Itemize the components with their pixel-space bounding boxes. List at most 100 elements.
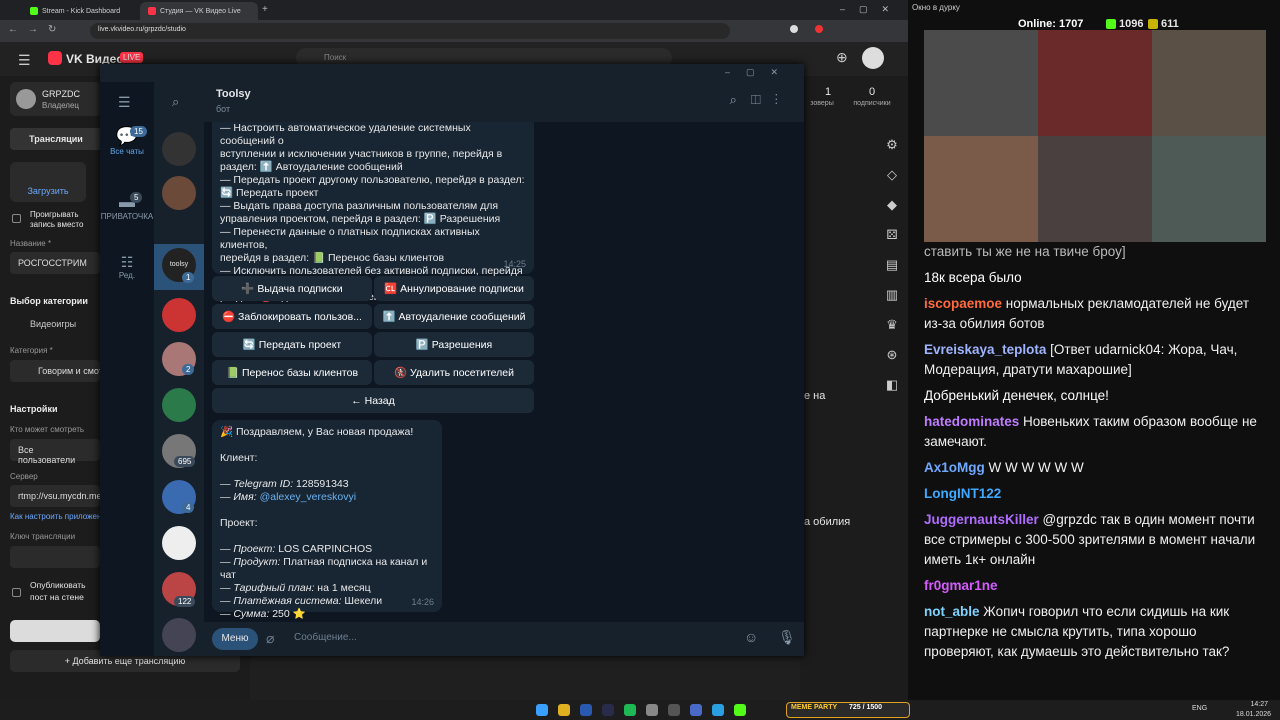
chat-header-icons[interactable]: ⌕◫⋮ [730,92,792,108]
project-key: — Проект: [220,543,276,555]
sum-value: 250 ⭐ [269,608,306,620]
btn-back[interactable]: ← Назад [212,388,534,413]
start-button[interactable] [10,620,100,642]
chat-nick[interactable]: LongINT122 [924,486,1001,501]
new-tab-icon[interactable]: + [262,4,268,15]
who-watch-label: Кто может смотреть [10,425,85,434]
folder-all[interactable]: 💬 Все чаты 15 [100,126,154,156]
message-input[interactable]: Сообщение... [294,632,724,643]
profile-dot-icon[interactable] [790,25,798,33]
chat-nick[interactable]: fr0gmar1ne [924,578,998,593]
meme-party-widget[interactable]: MEME PARTY 725 / 1500 [786,702,910,718]
msg1-line: — Передать проект другому пользователю, … [220,174,525,186]
extension-icon[interactable] [815,25,823,33]
chat-nick[interactable]: not_able [924,604,980,619]
nav-arrows-icon[interactable]: ←→↻ [8,24,66,35]
bot-message-1: — Настроить автоматическое удаление сист… [212,122,534,303]
chat-nick[interactable]: Ax1oMgg [924,460,985,475]
btn-cancel-subscription[interactable]: 🆑 Аннулирование подписки [374,276,534,301]
upload-button[interactable]: Загрузить [10,162,86,202]
chat-nick[interactable]: Evreiskaya_teplota [924,342,1046,357]
tab-vk-label: Студия — VK Видео Live [160,7,241,15]
stream-overlay: Окно в дурку Online: 1707 1096 611 стави… [908,0,1280,700]
chat-text: Добренький денечек, солнце! [924,388,1109,403]
online-label: Online: [1018,18,1056,30]
menu-icon[interactable]: ☰ [18,52,31,69]
emoji-icon[interactable]: ☺ [744,629,758,645]
bot-menu-button[interactable]: Меню [212,628,258,650]
url-field[interactable]: live.vkvideo.ru/grpzdc/studio [90,23,730,39]
stat1-label: зоверы [810,100,834,107]
key-field[interactable] [10,546,100,568]
folder-edit[interactable]: ☷ Ред. [100,254,154,280]
msg1-line: вступлении и исключении участников в гру… [220,148,503,160]
taskbar-app-5-icon[interactable] [646,704,658,716]
telegram-taskbar-icon[interactable] [712,704,724,716]
games-chip[interactable]: Видеоигры [30,319,76,329]
chat-avatar-9[interactable] [162,526,196,560]
user-avatar[interactable] [862,47,884,69]
microphone-icon[interactable]: 🎙 [778,629,796,646]
obs-icon[interactable] [668,704,680,716]
who-watch-select[interactable]: Все пользователи [10,439,100,465]
steam-icon[interactable] [602,704,614,716]
chat-avatar-11[interactable] [162,618,196,652]
folder-private[interactable]: ▬ ПРИВАТОЧКА 5 [100,192,154,222]
btn-remove-visitors[interactable]: 🚷 Удалить посетителей [374,360,534,385]
chat-message: fr0gmar1ne [924,576,1264,596]
chat-message: hatedominates Новеньких таким образом во… [924,412,1264,452]
window-controls[interactable]: –▢✕ [840,4,903,15]
chat-message: 18к всера было [924,268,1264,288]
chrome-icon[interactable] [558,704,570,716]
category-field[interactable]: Говорим и смотрим [10,360,100,382]
preview-checkbox[interactable] [12,214,21,223]
attach-icon[interactable]: ⌀ [266,630,274,647]
tg-window-controls[interactable]: –▢✕ [725,67,794,78]
windows-start-icon[interactable] [536,704,548,716]
chat-avatar-1[interactable] [162,132,196,166]
btn-autodelete[interactable]: ⬆️ Автоудаление сообщений [374,304,534,329]
folder-icon: ▬ [119,194,135,211]
vk-icon [148,7,156,15]
publish-checkbox[interactable] [12,588,21,597]
product-key: — Продукт: [220,556,281,568]
tg-search-icon[interactable]: ⌕ [172,94,179,110]
btn-permissions[interactable]: 🅿️ Разрешения [374,332,534,357]
chat-avatar-2[interactable] [162,176,196,210]
tab-broadcasts[interactable]: Трансляции [10,128,102,150]
language-indicator[interactable]: ENG [1192,705,1207,712]
name-field[interactable]: РОСГОССТРИМ [10,252,100,274]
howto-link[interactable]: Как настроить приложение [10,512,100,521]
channel-card[interactable]: GRPZDC Владелец [10,82,102,116]
chat-nick[interactable]: iscopaemoe [924,296,1002,311]
spotify-icon[interactable] [624,704,636,716]
tab-vk[interactable]: Студия — VK Видео Live [140,2,258,20]
add-icon[interactable]: ⊕ [836,49,848,66]
btn-issue-subscription[interactable]: ➕ Выдача подписки [212,276,372,301]
folder-all-badge: 15 [130,126,147,137]
taskbar-app-2-icon[interactable] [580,704,592,716]
server-field[interactable]: rtmp://vsu.mycdn.me/ [10,485,100,507]
chat-subtitle: бот [216,104,231,114]
chat-title[interactable]: Toolsy [216,88,251,100]
tg-menu-icon[interactable]: ☰ [118,94,131,111]
btn-transfer-clients[interactable]: 📗 Перенос базы клиентов [212,360,372,385]
folder-edit-label: Ред. [118,271,136,280]
tool-icons[interactable]: ⚙ ◇ ◆ ⚄ ▤ ▥ ♛ ⊛ ◧ [878,130,906,400]
clock[interactable]: 14:27 18.01.2026 [1236,700,1271,720]
chat-nick[interactable]: hatedominates [924,414,1019,429]
kick-taskbar-icon[interactable] [734,704,746,716]
btn-transfer-project[interactable]: 🔄 Передать проект [212,332,372,357]
chat-nick[interactable]: JuggernautsKiller [924,512,1039,527]
chat-avatar-6[interactable] [162,388,196,422]
kick-icon [30,7,38,15]
tab-kick[interactable]: Stream - Kick Dashboard [22,2,140,20]
username-link[interactable]: @alexey_vereskovyi [257,491,356,503]
publish-label: Опубликовать пост на стене сообщества [30,580,86,605]
tg-messages: — Настроить автоматическое удаление сист… [204,122,804,622]
btn-block-user[interactable]: ⛔ Заблокировать пользов... [212,304,372,329]
msg1-line: 🔄 Передать проект [220,187,319,199]
taskbar-app-7-icon[interactable] [690,704,702,716]
address-bar: ←→↻ live.vkvideo.ru/grpzdc/studio [0,20,908,42]
chat-avatar-4[interactable] [162,298,196,332]
